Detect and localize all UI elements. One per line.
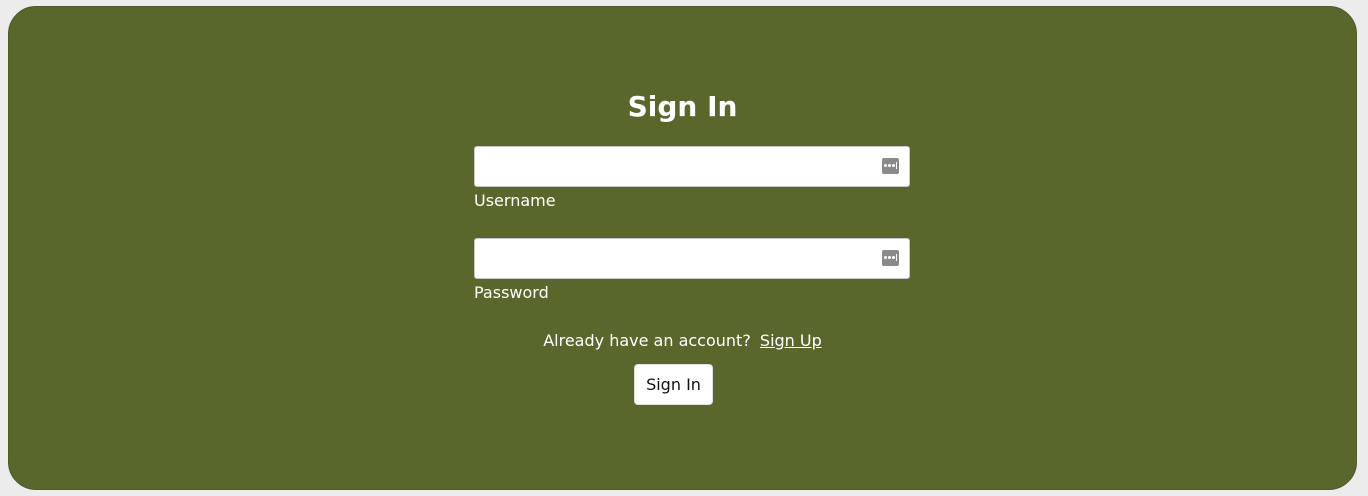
- password-label: Password: [474, 283, 549, 302]
- password-input-box[interactable]: [474, 238, 910, 279]
- signup-prompt-text: Already have an account?: [543, 331, 751, 350]
- password-input[interactable]: [475, 239, 909, 278]
- signin-button[interactable]: Sign In: [634, 364, 713, 405]
- username-input-box[interactable]: [474, 146, 910, 187]
- password-field-group: Password: [474, 238, 910, 302]
- password-manager-key-icon[interactable]: [882, 158, 899, 174]
- password-manager-key-icon[interactable]: [882, 250, 899, 266]
- username-label: Username: [474, 191, 556, 210]
- signup-link[interactable]: Sign Up: [760, 331, 822, 350]
- signin-card: Sign In Username Password Already have a…: [8, 6, 1357, 490]
- signup-prompt-row: Already have an account? Sign Up: [9, 331, 1356, 351]
- username-field-group: Username: [474, 146, 910, 210]
- username-input[interactable]: [475, 147, 909, 186]
- page-title: Sign In: [627, 90, 738, 123]
